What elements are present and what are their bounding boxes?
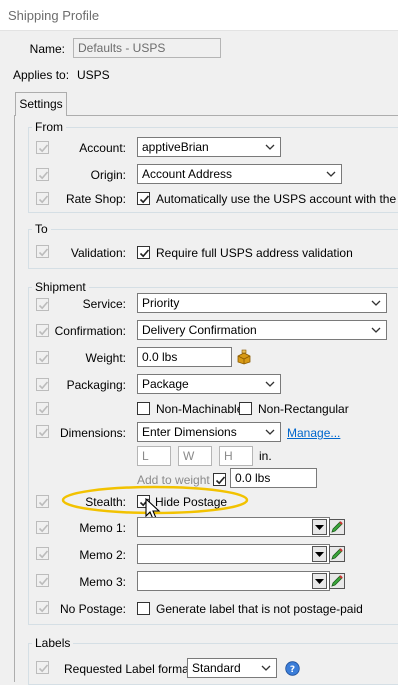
dimension-height-input[interactable]: H: [219, 446, 253, 466]
stealth-override-checkbox[interactable]: [36, 495, 49, 508]
rateshop-checkbox[interactable]: [137, 192, 150, 205]
nonmachinable-checkbox[interactable]: [137, 402, 150, 415]
nonmachinable-label: Non-Machinable: [156, 402, 244, 416]
memo3-dropdown-button[interactable]: [312, 573, 327, 589]
title-divider: [0, 30, 398, 31]
dimensions-select[interactable]: Enter Dimensions: [137, 422, 281, 442]
validation-label: Validation:: [70, 246, 126, 260]
chevron-down-icon: [326, 171, 336, 177]
nonrectangular-label: Non-Rectangular: [258, 402, 349, 416]
confirmation-select-value: Delivery Confirmation: [142, 323, 257, 337]
origin-label: Origin:: [90, 168, 126, 182]
chevron-down-icon: [371, 300, 381, 306]
service-label: Service:: [82, 297, 126, 311]
chevron-down-icon: [261, 665, 271, 671]
memo3-override-checkbox[interactable]: [36, 574, 49, 587]
service-override-checkbox[interactable]: [36, 298, 49, 311]
validation-text: Require full USPS address validation: [156, 246, 353, 260]
nopostage-label: No Postage:: [59, 602, 126, 616]
chevron-down-icon: [265, 144, 275, 150]
confirmation-select[interactable]: Delivery Confirmation: [137, 320, 387, 340]
label-format-label: Requested Label format:: [64, 662, 196, 676]
chevron-down-icon: [371, 327, 381, 333]
weight-input[interactable]: 0.0 lbs: [137, 347, 232, 367]
dimension-length-input[interactable]: L: [137, 446, 171, 466]
pencil-icon[interactable]: [329, 546, 345, 562]
account-label: Account:: [79, 141, 126, 155]
dimensions-override-checkbox[interactable]: [36, 425, 49, 438]
packaging-select-value: Package: [142, 377, 189, 391]
dimension-width-input[interactable]: W: [178, 446, 212, 466]
nonrectangular-checkbox[interactable]: [239, 402, 252, 415]
memo3-label: Memo 3:: [79, 575, 126, 589]
dimensions-label: Dimensions:: [59, 426, 126, 440]
svg-text:?: ?: [290, 665, 295, 675]
applies-to-label: Applies to:: [13, 68, 70, 82]
weight-label: Weight:: [85, 351, 126, 365]
label-format-select-value: Standard: [192, 661, 241, 675]
packaging-override-checkbox[interactable]: [36, 378, 49, 391]
chevron-down-icon: [265, 429, 275, 435]
machinable-override-checkbox[interactable]: [36, 402, 49, 415]
service-select[interactable]: Priority: [137, 293, 387, 313]
from-legend: From: [32, 120, 66, 134]
account-select[interactable]: apptiveBrian: [137, 137, 281, 157]
account-override-checkbox[interactable]: [36, 141, 49, 154]
memo1-override-checkbox[interactable]: [36, 521, 49, 534]
nopostage-override-checkbox[interactable]: [36, 601, 49, 614]
dimension-unit-label: in.: [259, 449, 272, 463]
rateshop-label: Rate Shop:: [65, 192, 126, 206]
label-format-select[interactable]: Standard: [187, 658, 277, 678]
help-icon[interactable]: ?: [285, 661, 300, 676]
origin-select-value: Account Address: [142, 167, 233, 181]
dimensions-select-value: Enter Dimensions: [142, 425, 237, 439]
memo1-label: Memo 1:: [79, 521, 126, 535]
memo1-dropdown-button[interactable]: [312, 519, 327, 535]
memo1-input[interactable]: [137, 517, 330, 537]
manage-dimensions-link[interactable]: Manage...: [287, 426, 340, 440]
chevron-down-icon: [265, 381, 275, 387]
confirmation-label: Confirmation:: [54, 324, 126, 338]
labels-legend: Labels: [32, 636, 74, 650]
name-label: Name:: [29, 42, 65, 56]
nopostage-checkbox[interactable]: [137, 602, 150, 615]
window-title: Shipping Profile: [8, 8, 100, 23]
tab-settings[interactable]: Settings: [15, 92, 67, 116]
name-field: Defaults - USPS: [73, 38, 221, 58]
packaging-select[interactable]: Package: [137, 374, 281, 394]
scale-icon[interactable]: [236, 349, 252, 365]
rateshop-text: Automatically use the USPS account with …: [156, 192, 398, 206]
shipment-legend: Shipment: [32, 280, 89, 294]
label-format-override-checkbox[interactable]: [36, 661, 49, 674]
account-select-value: apptiveBrian: [142, 140, 209, 154]
rateshop-override-checkbox[interactable]: [36, 192, 49, 205]
origin-select[interactable]: Account Address: [137, 164, 342, 184]
nopostage-text: Generate label that is not postage-paid: [156, 602, 363, 616]
to-legend: To: [32, 222, 51, 236]
validation-override-checkbox[interactable]: [36, 245, 49, 258]
validation-checkbox[interactable]: [137, 246, 150, 259]
memo2-label: Memo 2:: [79, 548, 126, 562]
memo2-override-checkbox[interactable]: [36, 547, 49, 560]
confirmation-override-checkbox[interactable]: [36, 324, 49, 337]
applies-to-value: USPS: [77, 68, 110, 82]
packaging-label: Packaging:: [66, 378, 126, 392]
pencil-icon[interactable]: [329, 573, 345, 589]
weight-override-checkbox[interactable]: [36, 351, 49, 364]
origin-override-checkbox[interactable]: [36, 168, 49, 181]
memo2-input[interactable]: [137, 544, 330, 564]
memo3-input[interactable]: [137, 571, 330, 591]
service-select-value: Priority: [142, 296, 180, 310]
memo2-dropdown-button[interactable]: [312, 546, 327, 562]
pencil-icon[interactable]: [329, 519, 345, 535]
